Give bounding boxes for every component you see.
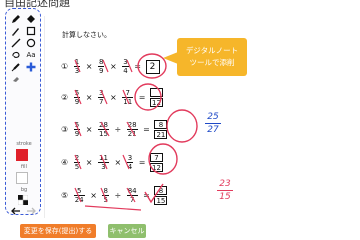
- answer-box[interactable]: 12: [149, 88, 163, 107]
- answer-box[interactable]: 8 15: [154, 186, 168, 205]
- problem-5: ⑤ 5 24 × 85 ÷ 84 7 = 8 15: [59, 186, 168, 205]
- fraction-c: 7 11: [122, 89, 134, 106]
- handwritten-correction-3: 25 27: [205, 112, 221, 135]
- rectangle-icon[interactable]: [26, 26, 36, 36]
- fraction-c: 34: [122, 58, 129, 75]
- problem-number: ②: [61, 93, 69, 102]
- problem-2: ② 59 × 37 × 7 11 = 12: [59, 88, 163, 107]
- redo-icon[interactable]: [26, 207, 36, 217]
- fraction-c: 84 7: [126, 187, 138, 204]
- fraction-a: 25: [73, 154, 81, 171]
- answer-box[interactable]: 2: [145, 59, 160, 74]
- circle-icon[interactable]: [26, 38, 36, 48]
- bg-pattern-icon[interactable]: [18, 195, 28, 205]
- fraction-b: 11 3: [97, 154, 109, 171]
- fraction-b: 37: [97, 89, 105, 106]
- eraser-icon[interactable]: [11, 74, 21, 84]
- fill-color-swatch[interactable]: [16, 172, 28, 184]
- fraction-c: 28 21: [126, 121, 138, 138]
- callout-banner: デジタルノート ツールで添削: [177, 38, 247, 76]
- stroke-label: stroke: [16, 141, 32, 147]
- fraction-a: 13: [73, 58, 81, 75]
- pen-icon[interactable]: [11, 14, 21, 24]
- app-root: 自由記述問題 Aa stroke fill bg 計算しなさい。 デジタルノート…: [0, 0, 360, 240]
- fraction-a: 59: [73, 121, 81, 138]
- lasso-icon[interactable]: [11, 50, 21, 60]
- cancel-button[interactable]: キャンセル: [108, 224, 146, 238]
- fill-label: fill: [21, 164, 27, 170]
- move-cross-icon[interactable]: [26, 62, 36, 72]
- drawing-canvas[interactable]: 計算しなさい。 デジタルノート ツールで添削 ① 13 × 89 × 34 = …: [44, 16, 360, 218]
- problem-number: ①: [61, 62, 69, 71]
- answer-box[interactable]: 7 12: [149, 153, 163, 172]
- callout-line-2: ツールで添削: [189, 58, 235, 67]
- fraction-b: 85: [102, 187, 109, 204]
- fraction-a: 5 24: [73, 187, 85, 204]
- fraction-c: 34: [126, 154, 134, 171]
- stroke-color-swatch[interactable]: [16, 149, 28, 161]
- problem-1: ① 13 × 89 × 34 = 2: [59, 58, 160, 75]
- undo-icon[interactable]: [11, 207, 21, 217]
- correction-circle-3: [166, 109, 198, 143]
- problem-4: ④ 25 × 11 3 × 34 = 7 12: [59, 153, 163, 172]
- problem-number: ④: [61, 158, 69, 167]
- callout-line-1: デジタルノート: [185, 46, 239, 55]
- bg-label: bg: [20, 187, 28, 193]
- submit-button[interactable]: 変更を保存(提出)する: [20, 224, 96, 238]
- callout-tail: [163, 52, 178, 64]
- drawing-toolbar: Aa stroke fill bg: [5, 8, 41, 215]
- problem-3: ③ 59 × 28 15 ÷ 28 21 = 8 21: [59, 120, 168, 139]
- marker-icon[interactable]: [11, 26, 21, 36]
- fraction-b: 28 15: [97, 121, 109, 138]
- fill-diamond-icon[interactable]: [26, 14, 36, 24]
- answer-box[interactable]: 8 21: [154, 120, 168, 139]
- problem-number: ③: [61, 125, 69, 134]
- text-tool-icon[interactable]: Aa: [25, 50, 37, 60]
- handwritten-correction-5: 23 15: [217, 179, 233, 202]
- highlighter-icon[interactable]: [11, 62, 21, 72]
- line-icon[interactable]: [11, 38, 21, 48]
- problem-number: ⑤: [61, 191, 69, 200]
- instruction-text: 計算しなさい。: [62, 31, 111, 39]
- fraction-b: 89: [97, 58, 105, 75]
- fraction-a: 59: [73, 89, 81, 106]
